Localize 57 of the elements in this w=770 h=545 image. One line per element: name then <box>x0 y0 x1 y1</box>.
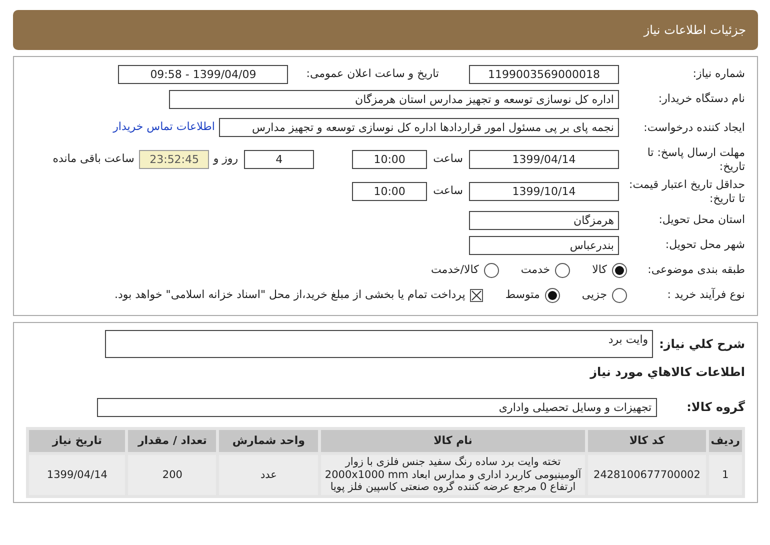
requester-field: نجمه پای بر پی مسئول امور قراردادها اداره کل نوسازی توسعه و تجهیز مدارس <box>219 118 619 137</box>
buyer-field: اداره کل نوسازی توسعه و تجهیز مدارس استان هرمزگان <box>169 90 619 108</box>
countdown-field: 23:52:45 <box>139 150 210 169</box>
contact-info-link[interactable]: اطلاعات تماس خریدار <box>113 119 215 136</box>
field-label: نام دستگاه خریدار: <box>657 92 746 106</box>
field-label: تاریخ و ساعت اعلان عمومی: <box>306 66 439 82</box>
announce-date-field: 1399/04/09 - 09:58 <box>118 64 288 84</box>
table-cell: 200 <box>128 455 216 495</box>
goods-group-field: تجهیزات و وسایل تحصیلی واداری <box>96 398 657 416</box>
field-label: شهر محل تحویل: <box>664 238 746 252</box>
time-label: ساعت <box>433 151 463 168</box>
field-label: شماره نیاز: <box>692 67 746 81</box>
field-label: استان محل تحویل: <box>658 213 746 227</box>
table-cell: عدد <box>219 455 318 495</box>
radio-label: جزیی <box>582 286 607 303</box>
city-field: بندرعباس <box>469 236 619 254</box>
deadline-time-field: 10:00 <box>352 150 428 169</box>
radio-label: کالا <box>592 262 607 278</box>
radio-button[interactable] <box>484 262 499 278</box>
treasury-text: پرداخت تمام یا بخشی از مبلغ خرید،از محل "اسناد خزانه اسلامی" خواهد بود. <box>114 286 466 303</box>
page-title: جزئیات اطلاعات نیاز <box>644 22 746 39</box>
column-header: تعداد / مقدار <box>128 430 216 452</box>
column-header: تاریخ نیاز <box>29 430 126 452</box>
radio-label: خدمت <box>520 262 550 278</box>
deadline-date-field: 1399/04/14 <box>469 150 619 169</box>
province-field: هرمزگان <box>469 210 619 230</box>
validity-time-field: 10:00 <box>352 182 428 201</box>
days-field: 4 <box>244 150 314 169</box>
table-cell: 1399/04/14 <box>29 455 126 495</box>
column-header: کد کالا <box>588 430 706 452</box>
field-label: ایجاد کننده درخواست: <box>642 120 746 134</box>
radio-button[interactable] <box>612 262 627 278</box>
field-label: شرح كلي نياز: <box>659 336 745 353</box>
validity-date-field: 1399/10/14 <box>469 182 619 201</box>
field-label: مهلت ارسال پاسخ: تا تاریخ: <box>646 146 746 173</box>
section-title: اطلاعات كالاهاي مورد نياز <box>588 364 745 381</box>
field-label: طبقه بندی موضوعی: <box>646 263 746 277</box>
radio-button[interactable] <box>544 288 560 302</box>
checkbox[interactable] <box>470 288 484 302</box>
radio-label: کالا/خدمت <box>431 262 479 278</box>
column-header: نام کالا <box>320 430 586 452</box>
remaining-label: ساعت باقی مانده <box>52 151 134 168</box>
need-number-field: 1199003569000018 <box>469 64 619 84</box>
radio-button[interactable] <box>555 262 570 278</box>
radio-label: متوسط <box>505 286 540 303</box>
field-label: گروه کالا: <box>686 399 745 416</box>
radio-button[interactable] <box>612 288 627 302</box>
column-header: ردیف <box>708 430 742 452</box>
description-field: وایت برد <box>105 330 654 358</box>
days-label: روز و <box>213 151 238 168</box>
field-label: نوع فرآیند خرید : <box>666 288 746 302</box>
table-cell: 1 <box>708 455 742 495</box>
table-cell: 2428100677700002 <box>588 455 706 495</box>
column-header: واحد شمارش <box>219 430 318 452</box>
time-label: ساعت <box>433 183 463 200</box>
field-label: حداقل تاریخ اعتبار قیمت: تا تاریخ: <box>629 178 746 205</box>
table-cell: تخته وایت برد ساده رنگ سفید جنس فلزی با زوار آلومینیومی کاربرد اداری و مدارس ابعاد 2000x1000 mm ارتفاع 0 مرجع عرضه کننده گروه صنعتی کاسپین فلز پویا <box>320 455 586 495</box>
